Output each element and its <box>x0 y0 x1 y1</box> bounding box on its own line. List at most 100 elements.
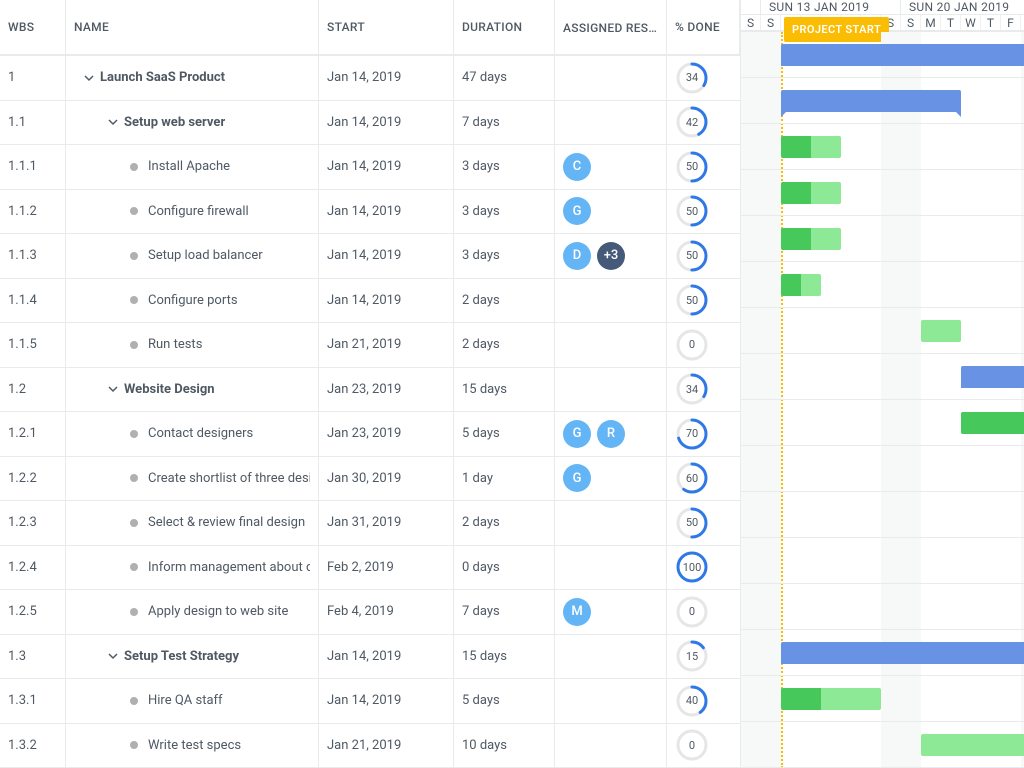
timeline-row[interactable] <box>741 32 1024 78</box>
cell-resources[interactable]: M <box>555 590 667 634</box>
cell-duration[interactable]: 0 days <box>454 546 555 590</box>
task-row[interactable]: 1.1.4 Configure ports Jan 14, 2019 2 day… <box>0 279 740 324</box>
resource-avatar[interactable]: R <box>597 420 625 448</box>
timeline-row[interactable] <box>741 216 1024 262</box>
cell-name[interactable]: Apply design to web site <box>66 590 319 634</box>
task-row[interactable]: 1.1.3 Setup load balancer Jan 14, 2019 3… <box>0 234 740 279</box>
cell-start[interactable]: Jan 14, 2019 <box>319 145 454 189</box>
cell-duration[interactable]: 1 day <box>454 457 555 501</box>
cell-start[interactable]: Jan 14, 2019 <box>319 279 454 323</box>
timeline-row[interactable] <box>741 722 1024 768</box>
cell-name[interactable]: Install Apache <box>66 145 319 189</box>
cell-duration[interactable]: 3 days <box>454 234 555 278</box>
cell-resources[interactable] <box>555 368 667 412</box>
timeline-row[interactable] <box>741 170 1024 216</box>
col-header-start[interactable]: Start <box>319 0 454 54</box>
timeline-row[interactable] <box>741 262 1024 308</box>
gantt-bar-parent[interactable] <box>961 366 1024 388</box>
gantt-timeline[interactable]: SUN 13 JAN 2019SUN 20 JAN 2019 SSMTWTFSS… <box>741 0 1024 768</box>
timeline-row[interactable] <box>741 78 1024 124</box>
cell-start[interactable]: Jan 14, 2019 <box>319 190 454 234</box>
cell-name[interactable]: Setup web server <box>66 101 319 145</box>
cell-start[interactable]: Jan 21, 2019 <box>319 724 454 768</box>
task-row[interactable]: 1.1.1 Install Apache Jan 14, 2019 3 days… <box>0 145 740 190</box>
col-header-resources[interactable]: ASSIGNED RESO… <box>555 0 667 54</box>
timeline-row[interactable] <box>741 584 1024 630</box>
timeline-row[interactable] <box>741 400 1024 446</box>
gantt-bar-task[interactable] <box>921 320 961 342</box>
task-row[interactable]: 1.3.2 Write test specs Jan 21, 2019 10 d… <box>0 724 740 768</box>
cell-start[interactable]: Jan 21, 2019 <box>319 323 454 367</box>
cell-start[interactable]: Jan 23, 2019 <box>319 412 454 456</box>
task-row[interactable]: 1.2.3 Select & review final design Jan 3… <box>0 501 740 546</box>
cell-name[interactable]: Select & review final design <box>66 501 319 545</box>
resource-avatar[interactable]: G <box>563 420 591 448</box>
cell-name[interactable]: Configure firewall <box>66 190 319 234</box>
task-row[interactable]: 1.1.5 Run tests Jan 21, 2019 2 days 0 <box>0 323 740 368</box>
cell-duration[interactable]: 2 days <box>454 279 555 323</box>
resource-avatar[interactable]: D <box>563 242 591 270</box>
task-row[interactable]: 1.1 Setup web server Jan 14, 2019 7 days… <box>0 101 740 146</box>
timeline-row[interactable] <box>741 354 1024 400</box>
cell-resources[interactable] <box>555 635 667 679</box>
cell-duration[interactable]: 15 days <box>454 635 555 679</box>
cell-name[interactable]: Contact designers <box>66 412 319 456</box>
cell-name[interactable]: Website Design <box>66 368 319 412</box>
resource-avatar[interactable]: M <box>563 598 591 626</box>
cell-start[interactable]: Jan 23, 2019 <box>319 368 454 412</box>
cell-start[interactable]: Jan 14, 2019 <box>319 56 454 100</box>
gantt-bar-task[interactable] <box>781 182 841 204</box>
cell-resources[interactable] <box>555 679 667 723</box>
timeline-row[interactable] <box>741 676 1024 722</box>
expand-toggle-icon[interactable] <box>102 378 124 400</box>
cell-name[interactable]: Configure ports <box>66 279 319 323</box>
timeline-row[interactable] <box>741 492 1024 538</box>
cell-start[interactable]: Feb 4, 2019 <box>319 590 454 634</box>
cell-duration[interactable]: 7 days <box>454 101 555 145</box>
cell-resources[interactable]: GR <box>555 412 667 456</box>
grid-body[interactable]: 1 Launch SaaS Product Jan 14, 2019 47 da… <box>0 56 740 768</box>
task-row[interactable]: 1.2.5 Apply design to web site Feb 4, 20… <box>0 590 740 635</box>
col-header-wbs[interactable]: WBS <box>0 0 66 54</box>
cell-name[interactable]: Setup Test Strategy <box>66 635 319 679</box>
cell-resources[interactable]: D+3 <box>555 234 667 278</box>
gantt-bar-task[interactable] <box>781 688 881 710</box>
gantt-bar-task[interactable] <box>961 412 1024 434</box>
col-header-name[interactable]: Name <box>66 0 319 54</box>
col-header-done[interactable]: % Done <box>667 0 740 54</box>
resource-avatar[interactable]: +3 <box>597 242 625 270</box>
cell-resources[interactable]: G <box>555 190 667 234</box>
timeline-row[interactable] <box>741 538 1024 584</box>
expand-toggle-icon[interactable] <box>78 67 100 89</box>
cell-name[interactable]: Setup load balancer <box>66 234 319 278</box>
cell-start[interactable]: Jan 14, 2019 <box>319 679 454 723</box>
cell-name[interactable]: Create shortlist of three designers <box>66 457 319 501</box>
timeline-body[interactable] <box>741 32 1024 768</box>
cell-start[interactable]: Jan 31, 2019 <box>319 501 454 545</box>
cell-duration[interactable]: 2 days <box>454 501 555 545</box>
cell-resources[interactable] <box>555 724 667 768</box>
cell-resources[interactable] <box>555 546 667 590</box>
task-row[interactable]: 1.2 Website Design Jan 23, 2019 15 days … <box>0 368 740 413</box>
cell-duration[interactable]: 15 days <box>454 368 555 412</box>
cell-resources[interactable]: G <box>555 457 667 501</box>
timeline-row[interactable] <box>741 308 1024 354</box>
gantt-bar-task[interactable] <box>921 734 1024 756</box>
task-row[interactable]: 1.2.4 Inform management about decision F… <box>0 546 740 591</box>
timeline-row[interactable] <box>741 124 1024 170</box>
cell-start[interactable]: Feb 2, 2019 <box>319 546 454 590</box>
gantt-bar-parent[interactable] <box>781 642 1024 664</box>
timeline-row[interactable] <box>741 630 1024 676</box>
gantt-bar-task[interactable] <box>781 136 841 158</box>
col-header-duration[interactable]: Duration <box>454 0 555 54</box>
cell-start[interactable]: Jan 14, 2019 <box>319 101 454 145</box>
gantt-bar-parent[interactable] <box>781 90 961 112</box>
cell-resources[interactable] <box>555 56 667 100</box>
task-row[interactable]: 1 Launch SaaS Product Jan 14, 2019 47 da… <box>0 56 740 101</box>
cell-resources[interactable] <box>555 101 667 145</box>
task-row[interactable]: 1.1.2 Configure firewall Jan 14, 2019 3 … <box>0 190 740 235</box>
task-row[interactable]: 1.3.1 Hire QA staff Jan 14, 2019 5 days … <box>0 679 740 724</box>
gantt-bar-task[interactable] <box>781 228 841 250</box>
cell-resources[interactable] <box>555 279 667 323</box>
cell-resources[interactable]: C <box>555 145 667 189</box>
